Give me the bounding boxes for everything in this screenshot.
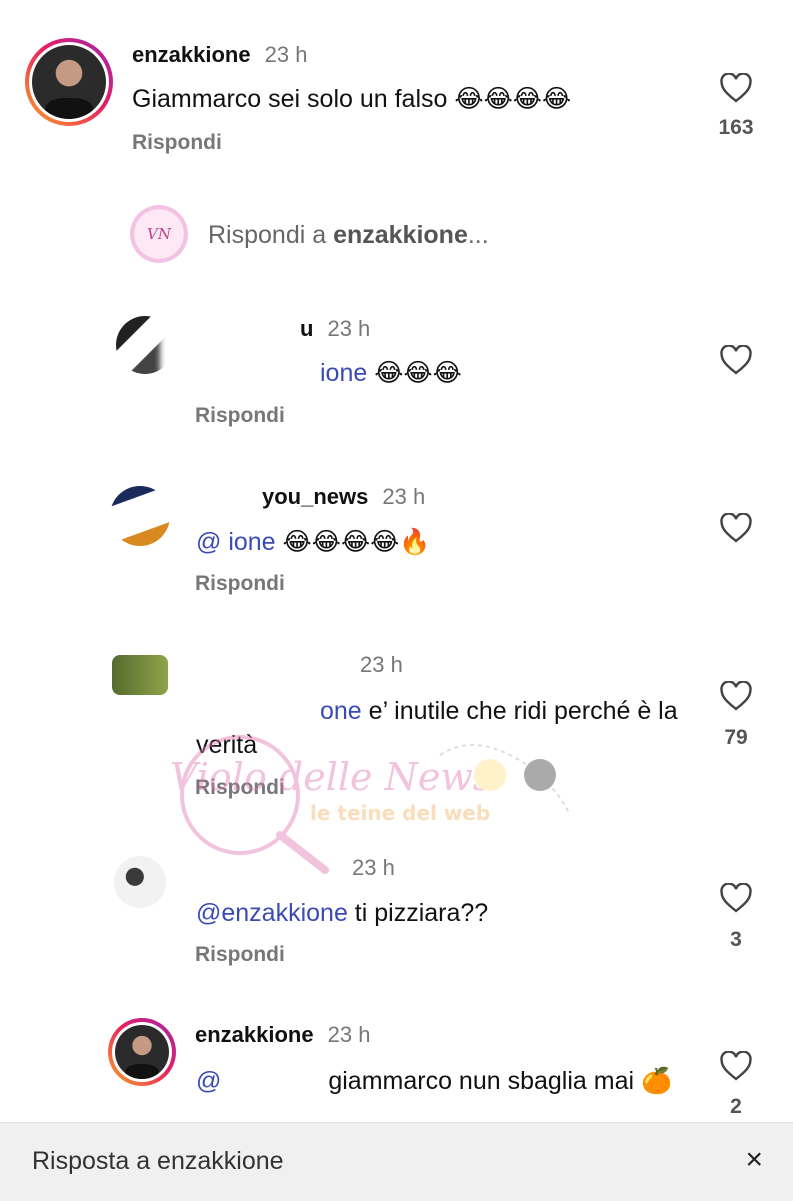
comment-mention[interactable]: ione xyxy=(320,359,367,387)
comment-mention[interactable]: @enzakkione xyxy=(196,899,348,927)
comment-time: 23 h xyxy=(327,1022,371,1047)
avatar[interactable] xyxy=(110,486,170,546)
reply-prompt-label[interactable]: Rispondi a enzakkione... xyxy=(208,221,489,250)
heart-icon[interactable] xyxy=(719,513,753,543)
avatar[interactable] xyxy=(25,38,113,126)
like-count: 3 xyxy=(730,928,742,951)
comment-username[interactable]: u 23 h xyxy=(300,316,370,342)
like-count: 2 xyxy=(730,1095,742,1118)
comment-text: @ giammarco nun sbaglia mai 🍊 xyxy=(196,1067,673,1095)
like-count: 163 xyxy=(718,116,754,139)
replying-to-label: Risposta a enzakkione xyxy=(32,1147,284,1175)
replying-to-bar: Risposta a enzakkione × xyxy=(0,1122,793,1201)
heart-icon[interactable] xyxy=(719,345,753,375)
avatar[interactable] xyxy=(108,1018,176,1086)
heart-icon[interactable] xyxy=(719,681,753,711)
comment-username[interactable]: you_news 23 h xyxy=(262,484,425,510)
comment-time: 23 h xyxy=(327,316,371,341)
close-icon[interactable]: × xyxy=(745,1143,763,1177)
comment-time: 23 h xyxy=(382,484,426,509)
comment-time: 23 h xyxy=(352,855,395,880)
reply-button[interactable]: Rispondi xyxy=(195,943,285,967)
comment-text: @enzakkione ti pizziara?? xyxy=(196,899,489,927)
comment-username[interactable]: enzakkione 23 h xyxy=(195,1022,370,1048)
comment-username[interactable]: 23 h xyxy=(360,652,403,678)
reply-button[interactable]: Rispondi xyxy=(195,776,285,800)
comment-time: 23 h xyxy=(360,652,403,677)
reply-button[interactable]: Rispondi xyxy=(195,404,285,428)
heart-icon[interactable] xyxy=(719,73,753,103)
comment-text: @ ione 😂😂😂😂🔥 xyxy=(196,528,431,556)
comment-mention[interactable]: @ xyxy=(196,1067,221,1095)
account-avatar-logo: VN xyxy=(130,205,188,263)
reply-button[interactable]: Rispondi xyxy=(132,131,222,155)
comment-time: 23 h xyxy=(264,42,308,67)
comment-mention[interactable]: one xyxy=(196,697,362,725)
comment-username[interactable]: enzakkione 23 h xyxy=(132,42,307,68)
heart-icon[interactable] xyxy=(719,883,753,913)
comment-text: Giammarco sei solo un falso 😂😂😂😂 xyxy=(132,85,572,113)
comment-text: one e’ inutile che ridi perché è la veri… xyxy=(196,697,678,759)
avatar[interactable] xyxy=(114,856,166,908)
watermark-tagline: le teine del web xyxy=(310,801,490,825)
comment-mention[interactable]: @ ione xyxy=(196,528,276,556)
comment-text: ione 😂😂😂 xyxy=(320,359,462,387)
comment-username[interactable]: 23 h xyxy=(352,855,395,881)
avatar[interactable] xyxy=(112,655,168,695)
like-count: 79 xyxy=(724,726,748,749)
reply-button[interactable]: Rispondi xyxy=(195,572,285,596)
heart-icon[interactable] xyxy=(719,1051,753,1081)
